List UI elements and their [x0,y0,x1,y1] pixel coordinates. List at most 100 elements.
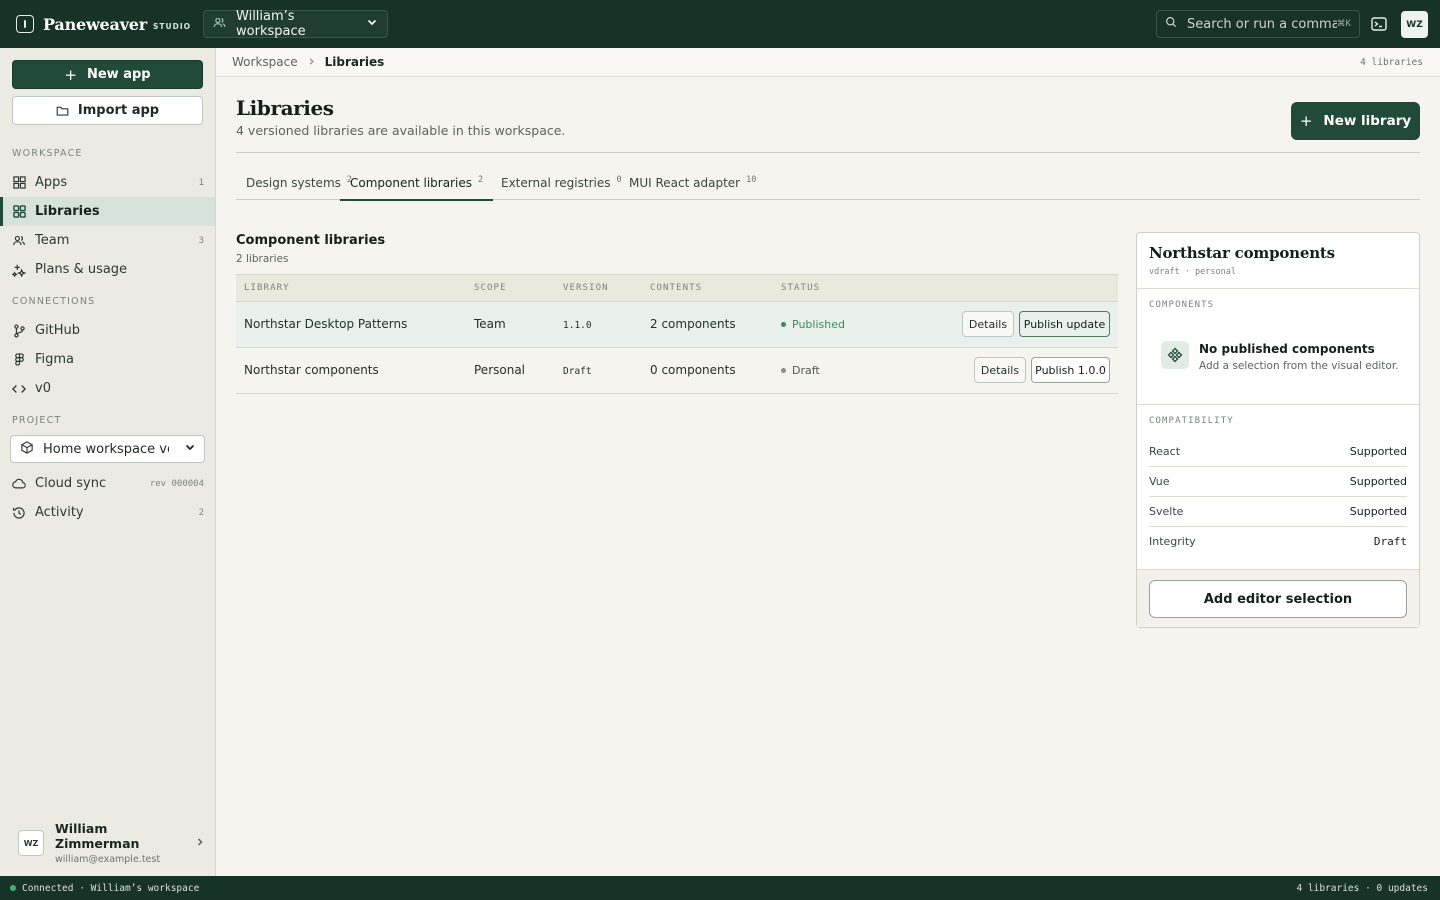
tab-label: Component libraries [350,176,472,190]
user-avatar[interactable]: WZ [1401,11,1428,38]
tab-component-libraries[interactable]: Component libraries 2 [340,166,494,201]
history-icon [12,506,26,520]
library-scope: Personal [474,363,526,377]
chevron-right-icon [195,836,205,851]
new-library-button[interactable]: + New library [1291,102,1420,140]
workspace-switcher[interactable]: William’s workspace [203,9,389,39]
library-count: 4 libraries [1360,56,1423,68]
tab-label: MUI React adapter [629,176,741,190]
git-branch-icon [12,323,26,338]
page-title: Libraries [236,96,334,120]
tab-external-registries[interactable]: External registries 0 [501,166,622,200]
cloud-icon [12,477,26,491]
sidebar-item-apps[interactable]: Apps 1 [0,168,215,197]
sidebar-item-label: Apps [35,175,68,190]
sidebar-item-plans-usage[interactable]: Plans & usage [0,255,215,284]
new-app-label: New app [86,67,151,82]
sidebar-item-label: GitHub [35,323,81,338]
app-edition: STUDIO [153,22,192,31]
brand[interactable]: Paneweaver STUDIO [16,15,191,34]
details-button[interactable]: Details [974,357,1026,383]
page-subtitle: 4 versioned libraries are available in t… [236,123,566,138]
tab-mui-react-adapter[interactable]: MUI React adapter 10 [629,166,756,200]
column-header: STATUS [781,283,821,293]
column-header: CONTENTS [650,283,703,293]
status-badge: Published [781,318,845,331]
library-contents: 2 components [650,317,736,331]
avatar: WZ [18,830,44,856]
section-title: Component libraries [236,233,386,248]
publish-version-button[interactable]: Publish 1.0.0 [1031,357,1110,383]
sidebar-item-team[interactable]: Team 3 [0,226,215,255]
libraries-grid-icon [12,205,26,219]
import-app-button[interactable]: Import app [12,96,203,125]
compat-row-react: React Supported [1149,436,1407,466]
components-icon [1161,341,1189,369]
chevron-down-icon [184,441,196,457]
sidebar-item-label: Cloud sync [35,476,107,491]
users-icon [213,16,226,33]
column-header: VERSION [563,283,609,293]
sidebar-item-v0[interactable]: v0 [0,374,215,403]
tab-label: Design systems [246,176,341,190]
users-icon [12,234,26,248]
sidebar-item-figma[interactable]: Figma [0,345,215,374]
sidebar-item-libraries[interactable]: Libraries [0,197,215,226]
app-name: Paneweaver [43,14,148,34]
empty-state-title: No published components [1199,342,1375,356]
project-section-label: PROJECT [12,415,62,426]
panel-footer: Add editor selection [1137,569,1419,627]
section-subtitle: 2 libraries [236,253,289,265]
library-scope: Team [474,317,506,331]
chevron-right-icon [307,56,316,69]
sparkle-icon [12,263,26,277]
plus-icon: + [64,65,77,84]
status-label: Draft [792,364,820,377]
compat-row-integrity: Integrity Draft [1149,526,1407,556]
import-app-label: Import app [77,103,160,118]
status-right: 4 libraries · 0 updates [1296,882,1428,894]
project-select[interactable]: Home workspace version [10,435,205,463]
terminal-icon[interactable] [1370,15,1388,33]
status-left: Connected · William’s workspace [22,882,200,894]
table-row[interactable]: Northstar components Personal Draft 0 co… [236,348,1118,394]
table-row[interactable]: Northstar Desktop Patterns Team 1.1.0 2 … [236,302,1118,348]
new-library-label: New library [1323,113,1412,129]
breadcrumb-current: Libraries [324,55,385,69]
publish-update-button[interactable]: Publish update [1019,311,1110,337]
sidebar-item-count: 1 [198,177,204,188]
compat-name: Vue [1149,474,1170,488]
library-detail-panel: Northstar components vdraft · personal C… [1136,232,1420,628]
user-card[interactable]: WZ William Zimmerman william@example.tes… [10,821,205,865]
compatibility-label: COMPATIBILITY [1149,416,1234,426]
panel-header: Northstar components vdraft · personal [1137,233,1419,289]
grid-icon [12,176,26,190]
empty-state-subtitle: Add a selection from the visual editor. [1199,360,1399,372]
library-version: 1.1.0 [563,320,592,331]
compat-name: React [1149,444,1181,458]
panel-meta: vdraft · personal [1149,267,1236,277]
sidebar: + New app Import app WORKSPACE Apps 1 Li… [0,48,216,876]
breadcrumb: Workspace Libraries 4 libraries [216,48,1440,77]
sidebar-item-count: rev 000004 [149,478,204,489]
sidebar-item-github[interactable]: GitHub [0,316,215,345]
details-button[interactable]: Details [962,311,1014,337]
add-editor-selection-button[interactable]: Add editor selection [1149,580,1407,618]
new-app-button[interactable]: + New app [12,60,203,89]
sidebar-item-activity[interactable]: Activity 2 [0,498,215,527]
library-name: Northstar components [244,363,379,377]
sidebar-item-label: Libraries [35,204,100,219]
connections-section-label: CONNECTIONS [12,296,96,307]
library-version: Draft [563,366,592,377]
sidebar-item-count: 2 [198,507,204,518]
breadcrumb-workspace[interactable]: Workspace [232,55,298,69]
sidebar-item-cloud-sync[interactable]: Cloud sync rev 000004 [0,469,215,498]
figma-icon [12,352,26,367]
command-search[interactable]: Search or run a command ⌘K [1156,10,1360,38]
column-header: SCOPE [474,283,507,293]
logo-icon [16,15,34,33]
compat-value: Draft [1373,534,1407,548]
compat-value: Supported [1349,444,1407,458]
tab-design-systems[interactable]: Design systems 2 [246,166,352,200]
libraries-table: LIBRARY SCOPE VERSION CONTENTS STATUS No… [236,274,1118,394]
